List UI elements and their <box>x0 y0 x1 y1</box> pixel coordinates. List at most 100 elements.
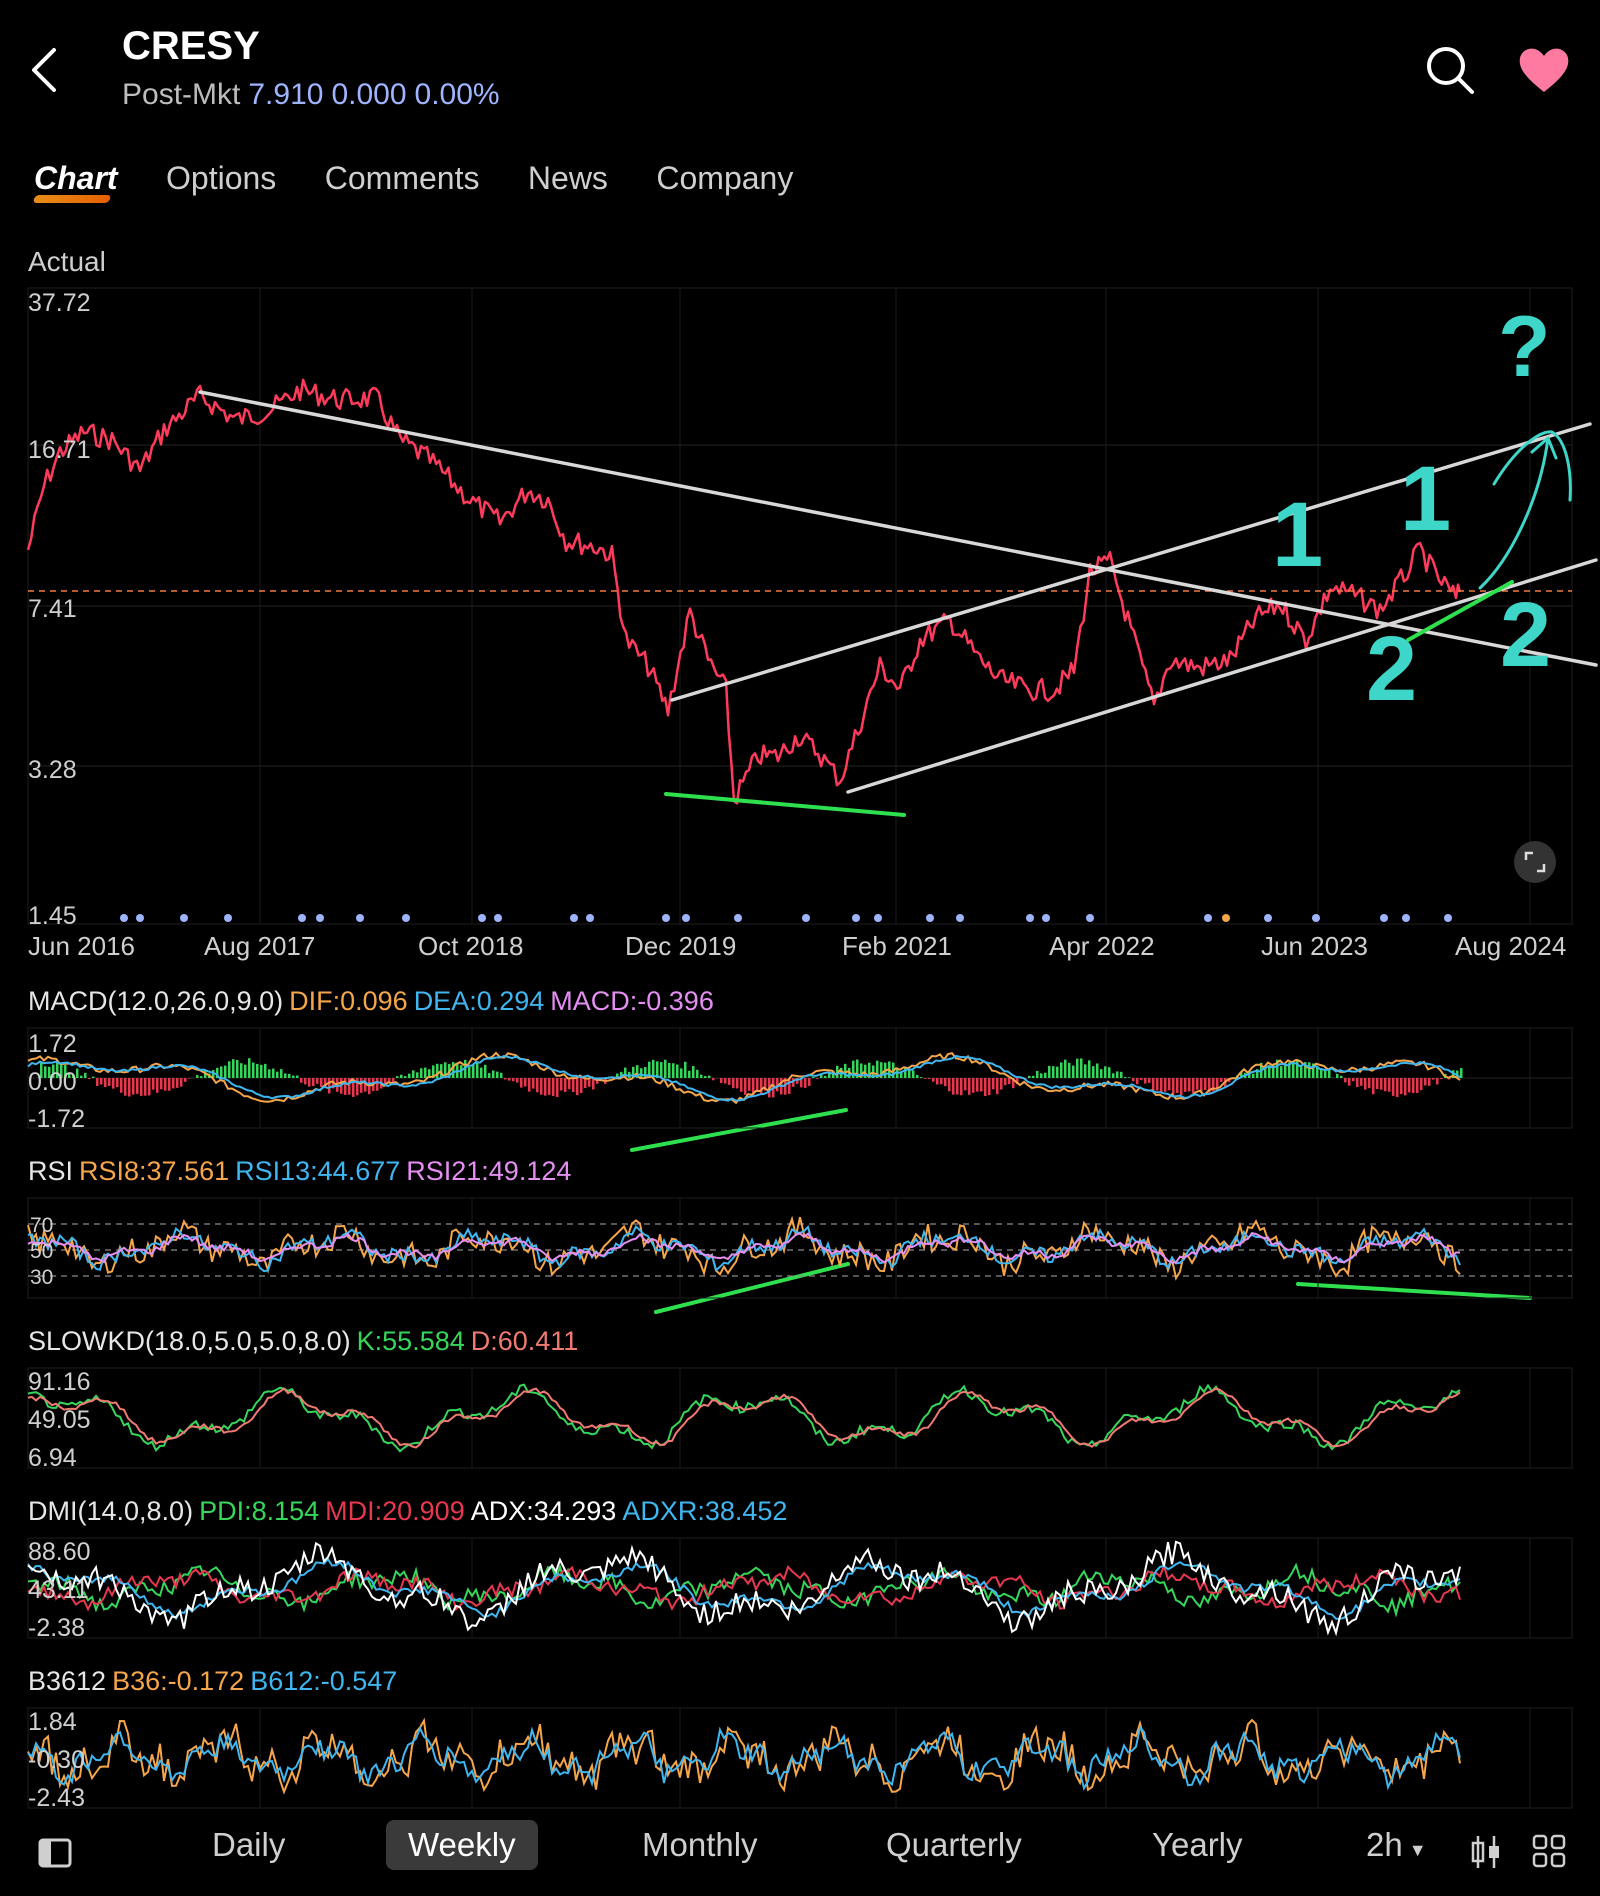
layout-grid-button[interactable] <box>1532 1834 1566 1873</box>
event-dot[interactable] <box>298 914 306 922</box>
event-dot[interactable] <box>494 914 502 922</box>
macd-y-label-zero: 0.00 <box>28 1068 77 1096</box>
macd-bar <box>304 1078 307 1085</box>
macd-bar <box>344 1078 347 1095</box>
period-monthly[interactable]: Monthly <box>642 1826 758 1864</box>
b3612-y-label-bottom: -2.43 <box>28 1784 85 1810</box>
event-markers <box>120 914 1452 922</box>
rsi-header[interactable]: RSI RSI8:37.561 RSI13:44.677 RSI21:49.124 <box>28 1156 577 1187</box>
period-2h[interactable]: 2h ▼ <box>1366 1826 1427 1864</box>
event-dot[interactable] <box>1264 914 1272 922</box>
macd-bar <box>1100 1069 1103 1078</box>
event-dot[interactable] <box>1402 914 1410 922</box>
event-dot[interactable] <box>874 914 882 922</box>
macd-bar <box>972 1078 975 1093</box>
event-dot[interactable] <box>734 914 742 922</box>
event-dot[interactable] <box>120 914 128 922</box>
macd-bar <box>88 1078 91 1080</box>
macd-bar <box>564 1078 567 1092</box>
macd-bar <box>816 1078 819 1079</box>
macd-bar <box>1296 1059 1299 1078</box>
expand-chart-button[interactable] <box>1514 841 1556 883</box>
macd-bar <box>1040 1073 1043 1078</box>
macd-bar <box>1392 1078 1395 1096</box>
event-dot[interactable] <box>662 914 670 922</box>
event-dot[interactable] <box>802 914 810 922</box>
slowkd-header[interactable]: SLOWKD(18.0,5.0,5.0,8.0) K:55.584 D:60.411 <box>28 1326 584 1357</box>
macd-bar <box>248 1058 251 1078</box>
event-dot[interactable] <box>180 914 188 922</box>
dmi-mdi-value: MDI:20.909 <box>325 1496 465 1526</box>
b3612-header[interactable]: B3612 B36:-0.172 B612:-0.547 <box>28 1666 403 1697</box>
dmi-header[interactable]: DMI(14.0,8.0) PDI:8.154 MDI:20.909 ADX:34.2… <box>28 1496 793 1527</box>
macd-bar <box>580 1078 583 1094</box>
event-dot[interactable] <box>1204 914 1212 922</box>
macd-bar <box>944 1078 947 1087</box>
b3612-y-label-top: 1.84 <box>28 1708 77 1736</box>
event-dot[interactable] <box>1222 914 1230 922</box>
macd-header[interactable]: MACD(12.0,26.0,9.0) DIF:0.096 DEA:0.294 MAC… <box>28 986 720 1017</box>
event-dot[interactable] <box>1086 914 1094 922</box>
macd-bar <box>1176 1078 1179 1093</box>
x-label-dec-2019: Dec 2019 <box>625 931 736 961</box>
macd-bar <box>116 1078 119 1088</box>
macd-bar <box>660 1062 663 1078</box>
macd-bar <box>404 1076 407 1078</box>
event-dot[interactable] <box>1380 914 1388 922</box>
event-dot[interactable] <box>316 914 324 922</box>
wave-annotations: ? 1 1 2 2 <box>1272 299 1551 720</box>
macd-bar <box>1076 1058 1079 1078</box>
event-dot[interactable] <box>682 914 690 922</box>
macd-bar <box>140 1078 143 1096</box>
macd-bar <box>188 1078 191 1079</box>
event-dot[interactable] <box>478 914 486 922</box>
macd-name: MACD(12.0,26.0,9.0) <box>28 986 284 1016</box>
macd-bar <box>1044 1072 1047 1078</box>
rsi-name: RSI <box>28 1156 74 1186</box>
macd-bar <box>1324 1070 1327 1078</box>
macd-bar <box>120 1078 123 1093</box>
y-label-7.41: 7.41 <box>28 595 77 623</box>
event-dot[interactable] <box>1444 914 1452 922</box>
event-dot[interactable] <box>356 914 364 922</box>
period-weekly[interactable]: Weekly <box>386 1820 538 1870</box>
macd-bar <box>480 1067 483 1078</box>
macd-bar <box>1108 1067 1111 1078</box>
macd-bar <box>176 1078 179 1088</box>
event-dot[interactable] <box>570 914 578 922</box>
macd-bar <box>760 1078 763 1096</box>
macd-bar <box>1432 1078 1435 1080</box>
rsi13-line <box>27 1224 1461 1273</box>
candlestick-toggle-button[interactable] <box>1470 1834 1502 1875</box>
macd-bar <box>1184 1078 1187 1092</box>
event-dot[interactable] <box>852 914 860 922</box>
macd-dea-value: DEA:0.294 <box>413 986 545 1016</box>
macd-bar <box>988 1078 991 1096</box>
macd-bar <box>676 1064 679 1078</box>
macd-bar <box>1112 1073 1115 1078</box>
macd-bar <box>1220 1078 1223 1082</box>
sidebar-toggle-button[interactable] <box>38 1838 72 1873</box>
chart-canvas[interactable]: ? 1 1 2 2 37.72 16.71 7.41 3.28 1.45 Jun… <box>0 0 1600 1810</box>
event-dot[interactable] <box>926 914 934 922</box>
event-dot[interactable] <box>1312 914 1320 922</box>
period-yearly[interactable]: Yearly <box>1152 1826 1243 1864</box>
period-daily[interactable]: Daily <box>212 1826 285 1864</box>
event-dot[interactable] <box>136 914 144 922</box>
rsi-divergence-line <box>654 1262 850 1314</box>
event-dot[interactable] <box>586 914 594 922</box>
macd-bar <box>1000 1078 1003 1090</box>
event-dot[interactable] <box>1026 914 1034 922</box>
event-dot[interactable] <box>956 914 964 922</box>
macd-bar <box>1004 1078 1007 1086</box>
macd-bar <box>1336 1073 1339 1078</box>
macd-bar <box>728 1078 731 1085</box>
event-dot[interactable] <box>402 914 410 922</box>
macd-bar <box>1280 1066 1283 1078</box>
macd-bar <box>952 1078 955 1095</box>
event-dot[interactable] <box>224 914 232 922</box>
event-dot[interactable] <box>1042 914 1050 922</box>
macd-bar <box>268 1069 271 1078</box>
period-quarterly[interactable]: Quarterly <box>886 1826 1022 1864</box>
macd-bar <box>1404 1078 1407 1096</box>
